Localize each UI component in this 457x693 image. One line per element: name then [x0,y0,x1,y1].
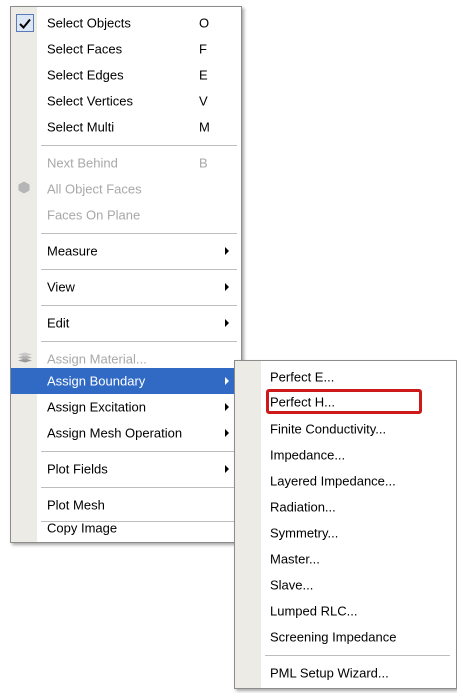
menu-item-label: Select Multi [47,119,115,135]
menu-item-label: Next Behind [47,155,118,171]
checkmark-icon [16,14,34,32]
menu-separator [41,451,237,452]
submenu-arrow-icon [225,403,229,411]
menu-item-label: PML Setup Wizard... [270,665,389,681]
menu-item-assign-excitation[interactable]: Assign Excitation [11,394,241,420]
menu-item-label: Assign Mesh Operation [47,425,183,441]
focus-highlight-box [266,389,422,414]
submenu-item-finite-conductivity[interactable]: Finite Conductivity... [235,416,456,442]
menu-item-shortcut: B [199,155,208,171]
menu-item-label: Select Faces [47,41,123,57]
menu-item-label: Faces On Plane [47,207,141,223]
menu-item-label: View [47,279,75,295]
menu-item-shortcut: O [199,15,210,31]
menu-item-select-edges[interactable]: Select Edges E [11,62,241,88]
submenu-item-pml-setup-wizard[interactable]: PML Setup Wizard... [235,660,456,686]
menu-item-label: Edit [47,315,70,331]
menu-item-next-behind[interactable]: Next Behind B [11,150,241,176]
menu-item-copy-image[interactable]: Copy Image [11,515,241,541]
menu-item-label: Finite Conductivity... [270,421,387,437]
menu-item-label: Master... [270,551,320,567]
submenu-item-impedance[interactable]: Impedance... [235,442,456,468]
menu-item-shortcut: F [199,41,207,57]
menu-separator [41,305,237,306]
menu-item-label: Assign Excitation [47,399,146,415]
menu-separator [41,145,237,146]
menu-item-label: Select Edges [47,67,124,83]
menu-item-label: Measure [47,243,98,259]
submenu-item-perfect-e[interactable]: Perfect E... [235,364,456,390]
menu-separator [265,655,450,656]
submenu-arrow-icon [225,429,229,437]
menu-item-label: Select Objects [47,15,131,31]
submenu-item-layered-impedance[interactable]: Layered Impedance... [235,468,456,494]
assign-boundary-submenu: Perfect E... Perfect H... Finite Conduct… [234,360,457,689]
material-stack-icon [17,352,33,367]
menu-item-assign-boundary[interactable]: Assign Boundary [11,368,241,394]
submenu-item-slave[interactable]: Slave... [235,572,456,598]
submenu-item-symmetry[interactable]: Symmetry... [235,520,456,546]
menu-item-label: Slave... [270,577,314,593]
menu-item-select-multi[interactable]: Select Multi M [11,114,241,140]
submenu-arrow-icon [225,247,229,255]
menu-item-label: Assign Material... [47,351,147,367]
menu-item-select-vertices[interactable]: Select Vertices V [11,88,241,114]
submenu-arrow-icon [225,319,229,327]
menu-item-label: Lumped RLC... [270,603,358,619]
menu-separator [41,341,237,342]
menu-item-view[interactable]: View [11,274,241,300]
menu-item-shortcut: M [199,119,210,135]
submenu-arrow-icon [225,283,229,291]
menu-item-assign-mesh-operation[interactable]: Assign Mesh Operation [11,420,241,446]
menu-separator [41,233,237,234]
menu-item-plot-fields[interactable]: Plot Fields [11,456,241,482]
menu-item-edit[interactable]: Edit [11,310,241,336]
menu-item-faces-on-plane[interactable]: Faces On Plane [11,202,241,228]
menu-item-label: Impedance... [270,447,346,463]
menu-separator [41,487,237,488]
menu-item-label: Symmetry... [270,525,339,541]
submenu-item-screening-impedance[interactable]: Screening Impedance [235,624,456,650]
menu-item-measure[interactable]: Measure [11,238,241,264]
menu-separator [41,269,237,270]
menu-item-label: Layered Impedance... [270,473,396,489]
menu-item-select-faces[interactable]: Select Faces F [11,36,241,62]
menu-item-label: Screening Impedance [270,629,397,645]
menu-item-all-object-faces[interactable]: All Object Faces [11,176,241,202]
menu-item-label: Perfect E... [270,369,335,385]
submenu-item-master[interactable]: Master... [235,546,456,572]
menu-item-label: Radiation... [270,499,336,515]
object-faces-icon [17,181,31,198]
menu-item-shortcut: E [199,67,208,83]
menu-item-select-objects[interactable]: Select Objects O [11,10,241,36]
menu-item-label: Copy Image [47,520,118,536]
menu-item-label: All Object Faces [47,181,142,197]
menu-item-label: Assign Boundary [47,373,146,389]
menu-item-shortcut: V [199,93,208,109]
submenu-item-radiation[interactable]: Radiation... [235,494,456,520]
menu-item-label: Plot Mesh [47,497,105,513]
menu-item-label: Plot Fields [47,461,108,477]
menu-item-label: Select Vertices [47,93,133,109]
submenu-item-lumped-rlc[interactable]: Lumped RLC... [235,598,456,624]
submenu-arrow-icon [225,465,229,473]
context-menu: Select Objects O Select Faces F Select E… [10,6,242,543]
submenu-arrow-icon [225,377,229,385]
